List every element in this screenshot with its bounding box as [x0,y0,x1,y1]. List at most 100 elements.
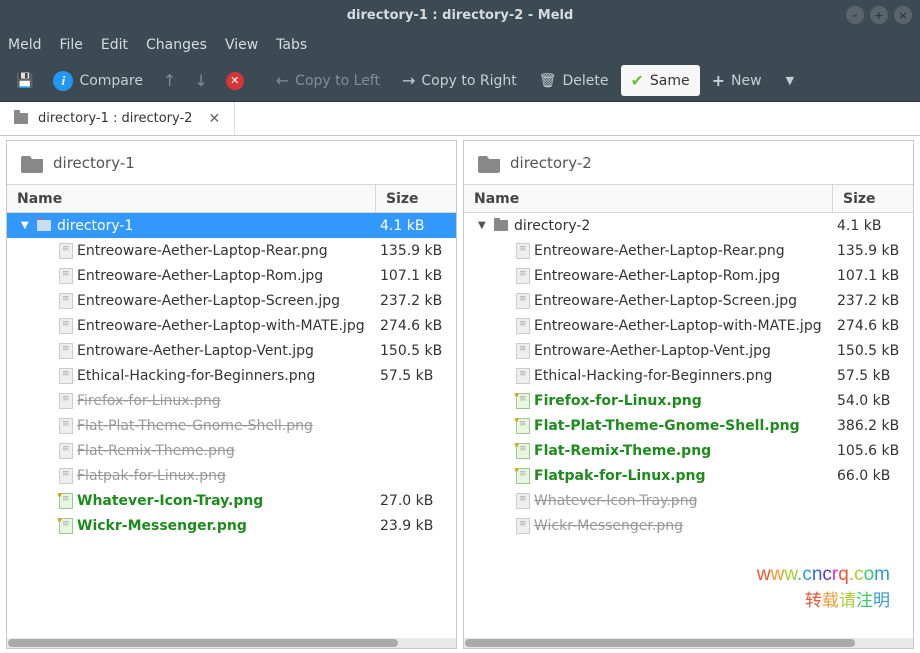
menu-edit[interactable]: Edit [101,37,128,53]
left-panel: directory-1 Name Size ▼directory-14.1 kB… [6,140,457,649]
file-icon [59,318,73,334]
right-file-tree[interactable]: ▼directory-24.1 kBEntreoware-Aether-Lapt… [464,213,913,638]
file-row[interactable]: Flatpak-for-Linux.png [7,463,456,488]
file-row[interactable]: Whatever-Icon-Tray.png [464,488,913,513]
file-row[interactable]: Entreoware-Aether-Laptop-with-MATE.jpg27… [464,313,913,338]
menu-file[interactable]: File [59,37,82,53]
menu-meld[interactable]: Meld [8,37,41,53]
file-icon [516,268,530,284]
file-row[interactable]: Ethical-Hacking-for-Beginners.png57.5 kB [7,363,456,388]
col-name-header[interactable]: Name [7,185,376,212]
file-row[interactable]: Firefox-for-Linux.png [7,388,456,413]
cancel-icon: ✕ [226,72,244,90]
file-row[interactable]: Wickr-Messenger.png [464,513,913,538]
file-size: 386.2 kB [833,418,913,434]
left-scrollbar[interactable] [7,638,456,648]
file-icon [59,268,73,284]
menu-view[interactable]: View [225,37,258,53]
file-row[interactable]: Flat-Remix-Theme.png105.6 kB [464,438,913,463]
folder-icon [21,153,45,173]
same-filter-button[interactable]: ✔ Same [621,65,700,96]
file-size: 237.2 kB [376,293,456,309]
file-icon [59,293,73,309]
tree-root-row[interactable]: ▼directory-24.1 kB [464,213,913,238]
menubar: Meld File Edit Changes View Tabs [0,30,920,60]
right-column-headers: Name Size [464,185,913,213]
compare-button[interactable]: i Compare [43,65,153,97]
file-row[interactable]: Entreoware-Aether-Laptop-with-MATE.jpg27… [7,313,456,338]
scrollbar-thumb[interactable] [465,639,855,647]
right-scrollbar[interactable] [464,638,913,648]
file-row[interactable]: Whatever-Icon-Tray.png27.0 kB [7,488,456,513]
tabbar: directory-1 : directory-2 ✕ [0,102,920,136]
file-name: Flat-Plat-Theme-Gnome-Shell.png [534,418,800,434]
file-name: Firefox-for-Linux.png [77,393,221,409]
col-size-header[interactable]: Size [833,185,913,212]
file-name: Whatever-Icon-Tray.png [534,493,697,509]
file-row[interactable]: Firefox-for-Linux.png54.0 kB [464,388,913,413]
file-name: Flatpak-for-Linux.png [77,468,226,484]
titlebar: directory-1 : directory-2 - Meld – + × [0,0,920,30]
tab-comparison[interactable]: directory-1 : directory-2 ✕ [0,102,235,135]
left-panel-header[interactable]: directory-1 [7,141,456,185]
tab-label: directory-1 : directory-2 [38,111,192,126]
file-row[interactable]: Entreoware-Aether-Laptop-Screen.jpg237.2… [464,288,913,313]
file-size: 105.6 kB [833,443,913,459]
file-row[interactable]: Entreoware-Aether-Laptop-Rom.jpg107.1 kB [464,263,913,288]
check-icon: ✔ [631,71,644,90]
minimize-button[interactable]: – [846,6,864,24]
plus-icon: + [712,71,725,90]
file-row[interactable]: Entreoware-Aether-Laptop-Rear.png135.9 k… [464,238,913,263]
cancel-button[interactable]: ✕ [218,66,252,96]
close-button[interactable]: × [894,6,912,24]
new-filter-button[interactable]: + New ▼ [702,65,804,96]
file-row[interactable]: Entreoware-Aether-Laptop-Rear.png135.9 k… [7,238,456,263]
delete-label: Delete [563,73,609,89]
file-size: 150.5 kB [833,343,913,359]
content-area: directory-1 Name Size ▼ directory-1 4.1 kB… [0,136,920,653]
file-name: Entreoware-Aether-Laptop-Rear.png [534,243,785,259]
left-column-headers: Name Size [7,185,456,213]
info-icon: i [53,71,73,91]
file-row[interactable]: Wickr-Messenger.png23.9 kB [7,513,456,538]
file-row[interactable]: Flat-Plat-Theme-Gnome-Shell.png 386.2 kB [464,413,913,438]
right-panel: directory-2 Name Size ▼directory-24.1 kB… [463,140,914,649]
file-row[interactable]: Flatpak-for-Linux.png66.0 kB [464,463,913,488]
copy-right-button[interactable]: → Copy to Right [392,65,527,96]
file-name: Entreoware-Aether-Laptop-Screen.jpg [77,293,340,309]
file-row[interactable]: Entroware-Aether-Laptop-Vent.jpg150.5 kB [7,338,456,363]
folder-name: directory-1 [57,218,133,234]
folder-size: 4.1 kB [833,218,913,234]
copy-right-label: Copy to Right [421,73,516,89]
file-row[interactable]: Flat-Remix-Theme.png [7,438,456,463]
file-name: Entreoware-Aether-Laptop-Rom.jpg [534,268,780,284]
new-label: New [731,73,762,89]
menu-tabs[interactable]: Tabs [276,37,307,53]
file-name: Entreoware-Aether-Laptop-Rom.jpg [77,268,323,284]
tree-root-row[interactable]: ▼directory-14.1 kB [7,213,456,238]
right-panel-header[interactable]: directory-2 [464,141,913,185]
file-row[interactable]: Entreoware-Aether-Laptop-Rom.jpg107.1 kB [7,263,456,288]
folder-icon [478,153,502,173]
col-name-header[interactable]: Name [464,185,833,212]
maximize-button[interactable]: + [870,6,888,24]
copy-left-button[interactable]: ← Copy to Left [266,65,390,96]
next-change-button[interactable]: ↓ [186,65,215,96]
delete-button[interactable]: 🗑 Delete [529,67,619,95]
col-size-header[interactable]: Size [376,185,456,212]
file-row[interactable]: Entroware-Aether-Laptop-Vent.jpg150.5 kB [464,338,913,363]
file-icon [516,243,530,259]
expander-icon[interactable]: ▼ [21,220,33,231]
expander-icon[interactable]: ▼ [478,220,490,231]
save-button[interactable]: 💾 [8,67,41,95]
menu-changes[interactable]: Changes [146,37,207,53]
file-row[interactable]: Entreoware-Aether-Laptop-Screen.jpg 237.2… [7,288,456,313]
scrollbar-thumb[interactable] [8,639,398,647]
tab-close-icon[interactable]: ✕ [208,111,220,127]
file-row[interactable]: Ethical-Hacking-for-Beginners.png57.5 kB [464,363,913,388]
prev-change-button[interactable]: ↑ [155,65,184,96]
file-name: Flat-Remix-Theme.png [77,443,235,459]
file-icon [516,368,530,384]
left-file-tree[interactable]: ▼directory-14.1 kBEntreoware-Aether-Lapt… [7,213,456,638]
file-row[interactable]: Flat-Plat-Theme-Gnome-Shell.png [7,413,456,438]
